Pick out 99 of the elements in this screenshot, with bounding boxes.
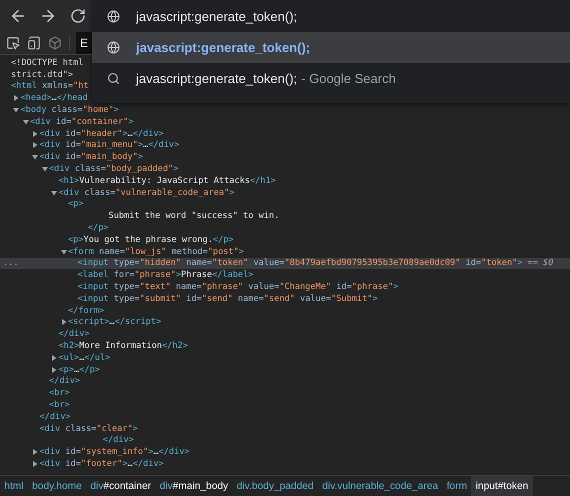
markup-line: </p> xyxy=(88,223,109,234)
inspect-icon[interactable] xyxy=(5,35,21,51)
search-icon xyxy=(107,72,120,85)
markup-line: <br> xyxy=(49,388,70,398)
disclosure-triangle[interactable] xyxy=(51,354,57,361)
globe-icon xyxy=(107,41,120,54)
breadcrumb[interactable]: div#container xyxy=(86,476,156,496)
tree-row[interactable]: <br> xyxy=(0,399,570,411)
markup-line: <div id="container"> xyxy=(30,116,134,127)
markup-line: <ul>…</ul> xyxy=(58,352,110,363)
markup-line: <form name="low_js" method="post"> xyxy=(68,246,244,257)
markup-line: <div id="main_menu">…</div> xyxy=(40,140,180,150)
tree-row[interactable]: <p>…</p> xyxy=(0,364,570,376)
markup-line: <p>…</p> xyxy=(58,364,100,375)
tree-row[interactable]: <p> xyxy=(0,198,570,210)
markup-line: <script>…</script> xyxy=(68,317,162,328)
disclosure-triangle[interactable] xyxy=(32,449,38,456)
markup-line: <div id="main_body"> xyxy=(40,152,144,162)
breadcrumb[interactable]: form xyxy=(442,476,472,496)
address-field[interactable]: javascript:generate_token(); xyxy=(136,6,570,26)
markup-line: </form> xyxy=(68,306,104,316)
markup-line: <label for="phrase">Phrase</label> xyxy=(78,270,254,280)
tree-row[interactable]: <div id="header">…</div> xyxy=(0,128,570,140)
markup-line: <p> xyxy=(68,199,84,210)
tree-row[interactable]: <div id="container"> xyxy=(0,116,570,128)
disclosure-triangle[interactable] xyxy=(32,461,38,467)
tree-row[interactable]: <div class="vulnerable_code_area"> xyxy=(0,186,570,199)
breadcrumb[interactable]: body.home xyxy=(28,476,86,496)
tree-row[interactable]: </p> xyxy=(0,222,570,234)
device-icon[interactable] xyxy=(26,35,42,51)
markup-line: Submit the word "success" to win. xyxy=(108,211,280,222)
markup-line: <p>You got the phrase wrong.</p> xyxy=(68,234,234,245)
tree-row[interactable]: <p>You got the phrase wrong.</p> xyxy=(0,234,570,246)
markup-line: </div> xyxy=(49,376,80,386)
tree-row[interactable]: <div id="system_info">…</div> xyxy=(0,446,570,458)
markup-line: </div> xyxy=(58,329,90,340)
suggestion-item[interactable]: javascript:generate_token(); - Google Search xyxy=(92,63,570,94)
disclosure-triangle[interactable] xyxy=(60,319,66,326)
disclosure-triangle[interactable] xyxy=(51,366,57,373)
breadcrumb[interactable]: div#main_body xyxy=(155,476,232,496)
markup-line: <div class="vulnerable_code_area"> xyxy=(58,188,234,198)
tree-row[interactable]: </div> xyxy=(0,376,570,388)
markup-line: <div class="body_padded"> xyxy=(49,164,178,174)
selected-tree-row[interactable]: ... <input type="hidden" name="token" value="8b479aefbd90795395b3e7089ae0dc09" id="token"> == $0 xyxy=(0,258,570,270)
tree-row[interactable]: <body class="home"> xyxy=(0,104,570,116)
tree-row[interactable]: </div> xyxy=(0,328,570,340)
tree-row[interactable]: </form> xyxy=(0,304,570,317)
tree-row[interactable]: <script>…</script> xyxy=(0,316,570,328)
tree-row[interactable]: <div class="clear"> xyxy=(0,422,570,434)
tree-row[interactable]: </div> xyxy=(0,434,570,446)
tree-row[interactable]: <form name="low_js" method="post"> xyxy=(0,246,570,258)
more-actions-ellipsis[interactable]: ... xyxy=(3,258,19,268)
markup-line: <div class="clear"> xyxy=(40,424,138,434)
markup-line: </div> xyxy=(40,412,71,422)
cube-icon[interactable] xyxy=(47,35,63,51)
breadcrumb[interactable]: div.body_padded xyxy=(232,476,318,496)
tree-row[interactable]: <input type="text" name="phrase" value="ChangeMe" id="phrase"> xyxy=(0,281,570,293)
markup-line: </div> xyxy=(102,435,134,446)
disclosure-triangle[interactable] xyxy=(42,166,48,172)
tree-row[interactable]: <div id="main_menu">…</div> xyxy=(0,140,570,152)
markup-line: <!DOCTYPE html xyxy=(11,58,84,68)
disclosure-triangle[interactable] xyxy=(13,107,19,114)
breadcrumb[interactable]: input#token xyxy=(471,476,533,496)
tree-row[interactable]: <h2>More Information</h2> xyxy=(0,340,570,352)
markup-line: <h2>More Information</h2> xyxy=(58,341,188,352)
tree-row[interactable]: <head>…</head xyxy=(0,92,570,104)
markup-line: <input type="hidden" name="token" value="8b479aefbd90795395b3e7089ae0dc09" id="token"> xyxy=(78,258,523,268)
console-reference: == $0 xyxy=(528,258,554,268)
tree-row[interactable]: <h1>Vulnerability: JavaScript Attacks</h1> xyxy=(0,174,570,187)
disclosure-triangle[interactable] xyxy=(32,154,38,160)
markup-line: <div id="header">…</div> xyxy=(40,128,164,139)
tree-row[interactable]: <div class="body_padded"> xyxy=(0,163,570,175)
markup-line: <head>…</head xyxy=(20,93,88,104)
markup-line: <h1>Vulnerability: JavaScript Attacks</h1> xyxy=(58,176,276,186)
tree-row[interactable]: <ul>…</ul> xyxy=(0,352,570,364)
breadcrumb[interactable]: div.vulnerable_code_area xyxy=(318,476,442,496)
disclosure-triangle[interactable] xyxy=(60,248,66,255)
markup-line: <div id="system_info">…</div> xyxy=(40,447,190,458)
tree-row[interactable]: </div> xyxy=(0,410,570,423)
tree-row[interactable]: <br> xyxy=(0,387,570,400)
markup-line: <body class="home"> xyxy=(20,105,119,116)
disclosure-triangle[interactable] xyxy=(32,142,38,148)
globe-icon xyxy=(107,10,120,22)
markup-line: <input type="submit" id="send" name="send" value="Submit"> xyxy=(78,294,378,304)
tree-row[interactable]: <input type="submit" id="send" name="send" value="Submit"> xyxy=(0,292,570,305)
disclosure-triangle[interactable] xyxy=(32,130,38,137)
markup-line: <div id="footer">…</div> xyxy=(40,458,164,469)
breadcrumb[interactable]: html xyxy=(0,476,28,496)
markup-line: <input type="text" name="phrase" value="ChangeMe" id="phrase"> xyxy=(78,282,398,292)
disclosure-triangle[interactable] xyxy=(22,118,28,125)
markup-line: <br> xyxy=(49,400,70,410)
tree-row[interactable]: <label for="phrase">Phrase</label> xyxy=(0,269,570,282)
tree-row[interactable]: <div id="main_body"> xyxy=(0,151,570,164)
tree-row[interactable]: Submit the word "success" to win. xyxy=(0,210,570,222)
markup-line: <html xmlns="ht xyxy=(11,81,89,92)
suggestion-item[interactable]: javascript:generate_token(); xyxy=(92,32,570,63)
tree-row[interactable]: <div id="footer">…</div> xyxy=(0,458,570,470)
disclosure-triangle[interactable] xyxy=(51,190,57,196)
disclosure-triangle[interactable] xyxy=(13,95,19,102)
